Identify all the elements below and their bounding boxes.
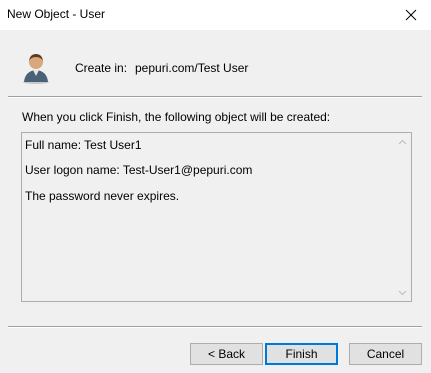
cancel-button[interactable]: Cancel (349, 343, 422, 365)
title-bar: New Object - User (0, 0, 431, 30)
scroll-down-button[interactable] (394, 284, 411, 301)
vertical-scrollbar[interactable] (394, 133, 411, 301)
window-title: New Object - User (7, 7, 106, 21)
create-in-value: pepuri.com/Test User (135, 61, 249, 75)
back-button[interactable]: < Back (190, 343, 263, 365)
user-icon (23, 54, 49, 84)
summary-textbox[interactable]: Full name: Test User1 User logon name: T… (21, 132, 412, 302)
separator (8, 326, 422, 328)
separator (8, 96, 422, 98)
instruction-text: When you click Finish, the following obj… (22, 110, 331, 124)
close-button[interactable] (391, 0, 431, 30)
scroll-up-button[interactable] (394, 133, 411, 150)
finish-button[interactable]: Finish (265, 343, 338, 365)
summary-full-name: Full name: Test User1 (25, 138, 142, 152)
summary-logon-name: User logon name: Test-User1@pepuri.com (25, 163, 253, 177)
chevron-up-icon (398, 139, 407, 144)
create-in-label: Create in: (75, 61, 128, 75)
summary-password: The password never expires. (25, 189, 180, 203)
chevron-down-icon (398, 290, 407, 295)
close-icon (405, 9, 417, 21)
